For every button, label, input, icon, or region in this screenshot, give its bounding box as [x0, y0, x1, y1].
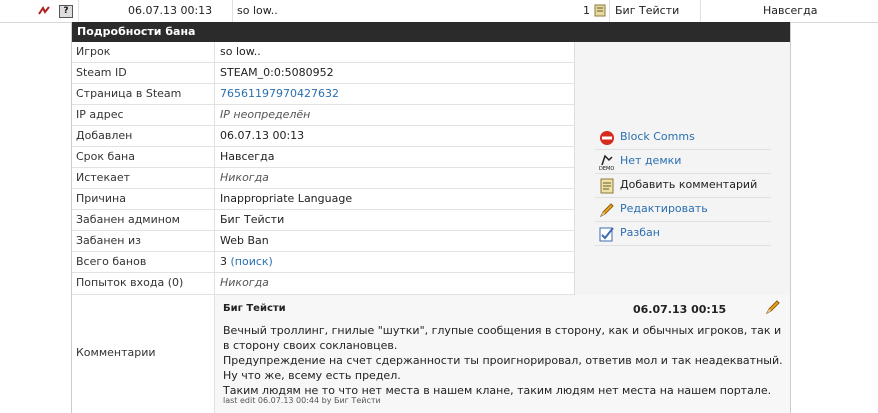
detail-value: Никогда [220, 276, 269, 289]
add-comment-label: Добавить комментарий [620, 178, 758, 191]
detail-row-length: Срок бана Навсегда [72, 147, 574, 168]
detail-row-expires: Истекает Никогда [72, 168, 574, 189]
comments-row: Комментарии Биг Тейсти 06.07.13 00:15 Ве… [72, 295, 790, 413]
edit-label: Редактировать [620, 202, 708, 215]
detail-row-total-bans: Всего банов 3 (поиск) [72, 252, 574, 273]
detail-value: 06.07.13 00:13 [220, 129, 305, 142]
unban-button[interactable]: Разбан [595, 222, 771, 246]
search-bans-link[interactable]: (поиск) [231, 255, 273, 268]
country-flag-icon: ? [59, 5, 73, 18]
ban-length: Навсегда [763, 4, 818, 17]
detail-value: Никогда [220, 171, 269, 184]
detail-row-steam-page: Страница в Steam 76561197970427632 [72, 84, 574, 105]
no-demo-button[interactable]: DEMO Нет демки [595, 150, 771, 174]
detail-row-reason: Причина Inappropriate Language [72, 189, 574, 210]
comment-icon [600, 178, 614, 194]
comment-item: Биг Тейсти 06.07.13 00:15 Вечный троллин… [215, 295, 790, 413]
detail-label: Причина [76, 192, 126, 205]
block-icon [600, 131, 614, 145]
detail-row-ip: IP адрес IP неопределён [72, 105, 574, 126]
detail-label: Steam ID [76, 66, 127, 79]
comment-date: 06.07.13 00:15 [633, 303, 727, 316]
comment-author: Биг Тейсти [223, 303, 286, 314]
steam-profile-link[interactable]: 76561197970427632 [220, 84, 339, 104]
detail-label: Игрок [76, 45, 111, 58]
detail-row-added: Добавлен 06.07.13 00:13 [72, 126, 574, 147]
block-comms-label: Block Comms [620, 130, 695, 143]
detail-value: Навсегда [220, 150, 275, 163]
detail-row-banned-by: Забанен админом Биг Тейсти [72, 210, 574, 231]
detail-label: Истекает [76, 171, 131, 184]
demo-count: 1 [583, 4, 590, 17]
unban-icon [599, 227, 614, 242]
comment-icon [594, 4, 606, 17]
admin-name: Биг Тейсти [615, 4, 680, 17]
detail-label: Срок бана [76, 150, 135, 163]
detail-label: Попыток входа (0) [76, 276, 184, 289]
detail-label: Страница в Steam [76, 87, 182, 100]
no-demo-label: Нет демки [620, 154, 682, 167]
edit-button[interactable]: Редактировать [595, 198, 771, 222]
detail-value: so low.. [220, 45, 261, 58]
comment-text: Вечный троллинг, гнилые "шутки", глупые … [223, 323, 783, 398]
detail-row-banned-from: Забанен из Web Ban [72, 231, 574, 252]
panel-title: Подробности бана [72, 22, 790, 42]
svg-text:DEMO: DEMO [599, 166, 614, 170]
detail-label: IP адрес [76, 108, 124, 121]
detail-row-player: Игрок so low.. [72, 42, 574, 63]
player-name: so low.. [237, 4, 278, 17]
detail-value: Web Ban [220, 234, 269, 247]
ban-date: 06.07.13 00:13 [128, 4, 213, 17]
detail-label: Всего банов [76, 255, 147, 268]
comment-line: Вечный троллинг, гнилые "шутки", глупые … [223, 324, 782, 352]
game-icon [38, 6, 50, 15]
detail-value: STEAM_0:0:5080952 [220, 66, 334, 79]
detail-label: Добавлен [76, 129, 133, 142]
detail-value: Биг Тейсти [220, 213, 285, 226]
detail-label: Забанен из [76, 234, 141, 247]
ban-list-row[interactable]: ? 06.07.13 00:13 so low.. 1 Биг Тейсти Н… [0, 0, 878, 23]
edit-comment-icon[interactable] [765, 299, 781, 315]
ban-details-panel: Подробности бана Игрок so low.. Steam ID… [71, 22, 791, 413]
unban-label: Разбан [620, 226, 660, 239]
actions-sidebar: Block Comms DEMO Нет демки Добавить комм… [574, 42, 790, 295]
pencil-icon [599, 203, 614, 218]
comment-line: Предупреждение на счет сдержанности ты п… [223, 354, 783, 382]
detail-row-steamid: Steam ID STEAM_0:0:5080952 [72, 63, 574, 84]
comments-label: Комментарии [76, 346, 156, 359]
block-comms-button[interactable]: Block Comms [595, 126, 771, 150]
comment-edit-note: last edit 06.07.13 00:44 by Биг Тейсти [223, 396, 381, 405]
detail-value: 3 (поиск) [220, 252, 273, 272]
demo-icon: DEMO [599, 154, 614, 170]
detail-row-connect-attempts: Попыток входа (0) Никогда [72, 273, 574, 295]
detail-value: Inappropriate Language [220, 192, 353, 205]
detail-value: IP неопределён [220, 108, 311, 121]
total-bans-count: 3 [220, 255, 227, 268]
add-comment-button[interactable]: Добавить комментарий [595, 174, 771, 198]
detail-label: Забанен админом [76, 213, 180, 226]
